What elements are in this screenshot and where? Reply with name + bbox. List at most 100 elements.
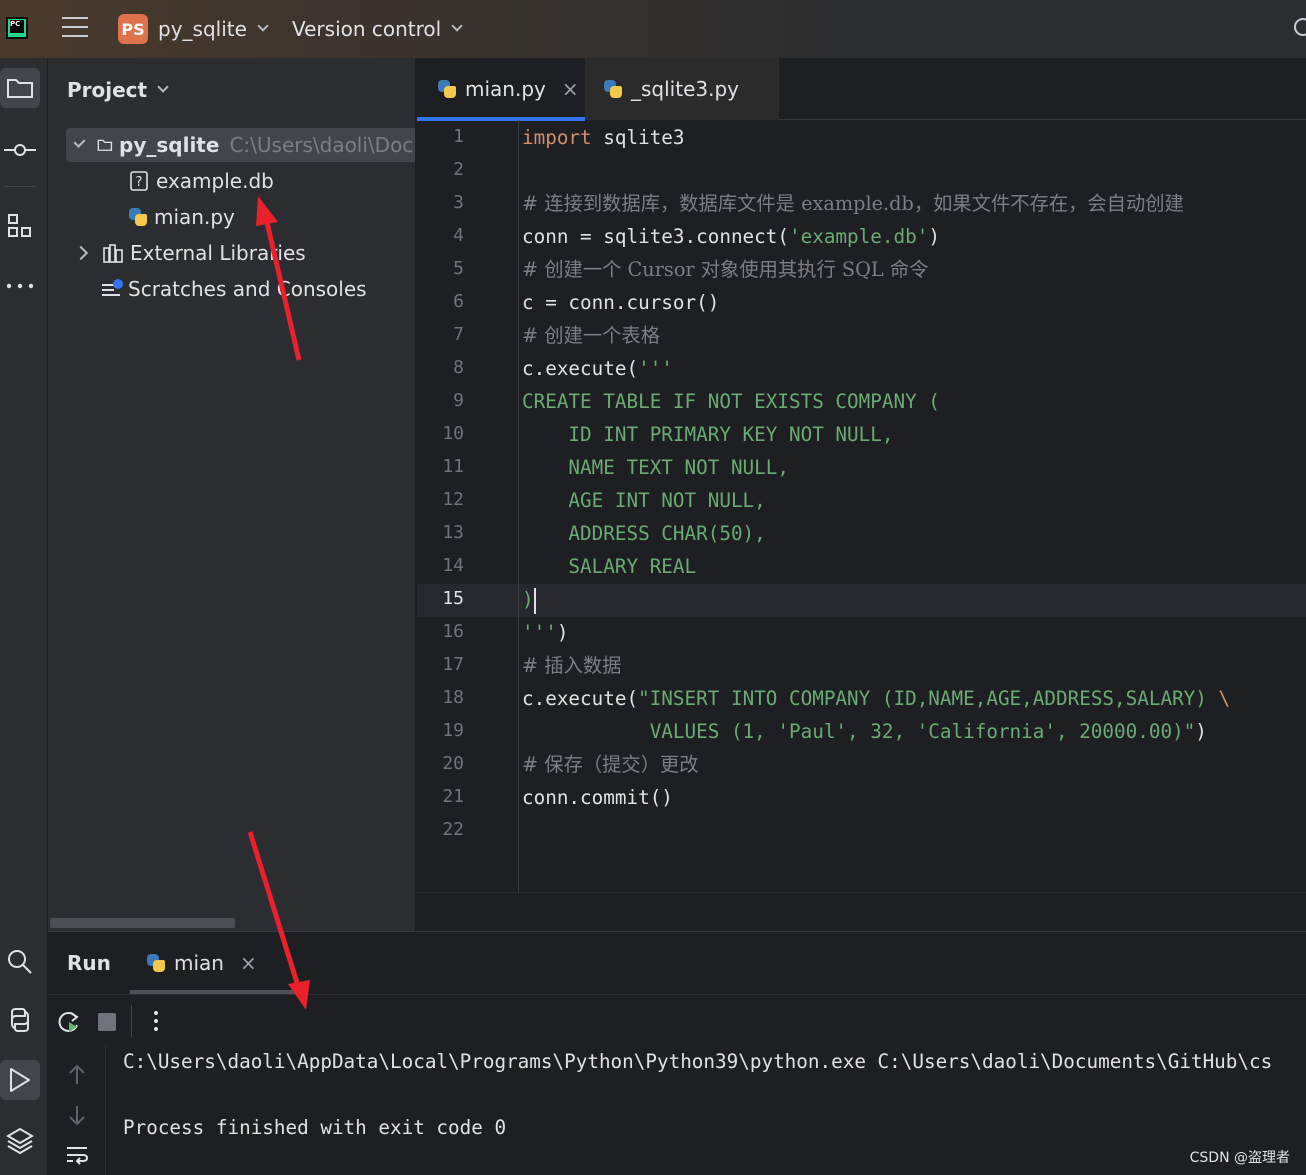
project-tool-button[interactable]: [0, 68, 40, 108]
library-icon: [103, 244, 123, 263]
line-number[interactable]: 22: [424, 813, 464, 846]
line-number[interactable]: 8: [424, 351, 464, 384]
line-number[interactable]: 9: [424, 384, 464, 417]
line-number-gutter: 1 2 3 4 5 6 7 8 9 10 11 12 13 14 15 16 17 18 19 20 21 22: [417, 120, 519, 892]
line-number[interactable]: 12: [424, 483, 464, 516]
tree-item-mian-py[interactable]: mian.py: [128, 200, 235, 234]
project-switcher[interactable]: py_sqlite: [158, 0, 269, 58]
line-number[interactable]: 1: [424, 120, 464, 153]
line-number[interactable]: 13: [424, 516, 464, 549]
horizontal-scrollbar[interactable]: [50, 918, 235, 928]
code-line: VALUES (1, 'Paul', 32, 'California', 200…: [522, 715, 1207, 748]
line-number[interactable]: 15: [424, 582, 464, 615]
run-panel-title: Run: [67, 951, 111, 975]
code-line: ADDRESS CHAR(50),: [522, 517, 766, 550]
code-line: SALARY REAL: [522, 550, 696, 583]
svg-text:?: ?: [136, 175, 143, 190]
tree-item-project-root[interactable]: py_sqlite C:\Users\daoli\Docu: [66, 128, 416, 162]
tab-mian-py[interactable]: mian.py ×: [417, 58, 585, 121]
soft-wrap-icon[interactable]: [65, 1144, 89, 1166]
line-number[interactable]: 21: [424, 780, 464, 813]
text-caret: [533, 587, 536, 614]
chevron-down-icon: [451, 20, 463, 32]
line-number[interactable]: 4: [424, 219, 464, 252]
unknown-file-icon: ?: [130, 171, 148, 191]
line-number[interactable]: 17: [424, 648, 464, 681]
structure-tool-button[interactable]: [0, 206, 40, 246]
code-line: # 保存（提交）更改: [522, 748, 699, 781]
main-menu-icon[interactable]: [62, 17, 88, 39]
close-icon[interactable]: ×: [562, 77, 579, 101]
more-vertical-icon[interactable]: [152, 1009, 160, 1033]
python-console-button[interactable]: [0, 1000, 40, 1040]
chevron-down-icon[interactable]: [73, 135, 86, 149]
tree-item-label: External Libraries: [130, 241, 306, 265]
tree-item-path-hint: C:\Users\daoli\Docu: [229, 133, 416, 157]
code-token: AGE INT NOT NULL,: [522, 489, 766, 512]
code-token: ): [522, 588, 534, 611]
code-token: # 连接到数据库，数据库文件是 example.db，如果文件不存在，会自动创建: [522, 192, 1184, 215]
line-number[interactable]: 11: [424, 450, 464, 483]
code-token: ''': [638, 357, 673, 380]
more-tools-button[interactable]: [0, 266, 40, 306]
tree-item-external-libraries[interactable]: External Libraries: [73, 236, 306, 270]
structure-icon: [8, 214, 31, 237]
vcs-menu[interactable]: Version control: [292, 0, 463, 58]
project-panel: Project py_sqlite C:\Users\daoli\Docu ? …: [48, 58, 416, 931]
code-token: c.execute(: [522, 687, 639, 710]
arrow-down-icon[interactable]: [67, 1104, 87, 1126]
services-tool-button[interactable]: [0, 1120, 40, 1160]
code-token: sqlite3: [591, 126, 685, 149]
run-tab-label: mian: [174, 951, 224, 975]
line-number[interactable]: 2: [424, 153, 464, 186]
code-line: c.execute("INSERT INTO COMPANY (ID,NAME,…: [522, 682, 1230, 715]
search-tool-button[interactable]: [0, 942, 40, 982]
commit-tool-button[interactable]: [0, 130, 40, 170]
code-token: # 创建一个 Cursor 对象使用其执行 SQL 命令: [522, 258, 929, 281]
chevron-right-icon[interactable]: [73, 245, 89, 261]
tree-item-scratches[interactable]: Scratches and Consoles: [100, 272, 367, 306]
code-token: SALARY REAL: [522, 555, 697, 578]
console-line: C:\Users\daoli\AppData\Local\Programs\Py…: [123, 1050, 1273, 1073]
code-line: conn.commit(): [522, 781, 673, 814]
arrow-up-icon[interactable]: [67, 1064, 87, 1086]
editor-bottom-area: [417, 892, 1306, 931]
code-token: conn = sqlite3.connect(: [522, 225, 789, 248]
python-file-icon: [437, 79, 457, 99]
layers-icon: [6, 1127, 34, 1154]
line-number[interactable]: 14: [424, 549, 464, 582]
editor-tabs: mian.py × _sqlite3.py: [417, 58, 1306, 121]
run-tool-button[interactable]: [0, 1060, 40, 1100]
line-number[interactable]: 3: [424, 186, 464, 219]
project-badge[interactable]: PS: [118, 14, 148, 44]
search-icon: [8, 950, 32, 974]
line-number[interactable]: 10: [424, 417, 464, 450]
python-file-icon: [603, 79, 623, 99]
line-number[interactable]: 20: [424, 747, 464, 780]
run-tab-mian[interactable]: mian ×: [130, 932, 298, 994]
tab-sqlite3-py[interactable]: _sqlite3.py: [585, 58, 779, 120]
pycharm-logo-icon[interactable]: PC: [6, 17, 28, 39]
code-token: "INSERT INTO COMPANY (ID,NAME,AGE,ADDRES…: [638, 687, 1219, 710]
console-line: Process finished with exit code 0: [123, 1116, 507, 1139]
rerun-icon[interactable]: [56, 1009, 82, 1035]
stop-icon[interactable]: [98, 1013, 116, 1031]
more-icon: [6, 283, 34, 289]
line-number[interactable]: 16: [424, 615, 464, 648]
line-number[interactable]: 18: [424, 681, 464, 714]
code-line: NAME TEXT NOT NULL,: [522, 451, 789, 484]
line-number[interactable]: 19: [424, 714, 464, 747]
code-token: ADDRESS CHAR(50),: [522, 522, 766, 545]
search-everywhere-icon[interactable]: [1294, 18, 1306, 36]
run-toolbar: [48, 994, 1306, 1046]
code-token: VALUES (1, 'Paul', 32, 'California', 200…: [522, 720, 1196, 743]
project-panel-header[interactable]: Project: [67, 78, 169, 102]
tree-item-label: example.db: [156, 169, 274, 193]
line-number[interactable]: 7: [424, 318, 464, 351]
tree-item-label: Scratches and Consoles: [128, 277, 367, 301]
line-number[interactable]: 5: [424, 252, 464, 285]
line-number[interactable]: 6: [424, 285, 464, 318]
code-line: # 创建一个 Cursor 对象使用其执行 SQL 命令: [522, 253, 928, 286]
close-icon[interactable]: ×: [240, 951, 257, 975]
tree-item-example-db[interactable]: ? example.db: [128, 164, 274, 198]
